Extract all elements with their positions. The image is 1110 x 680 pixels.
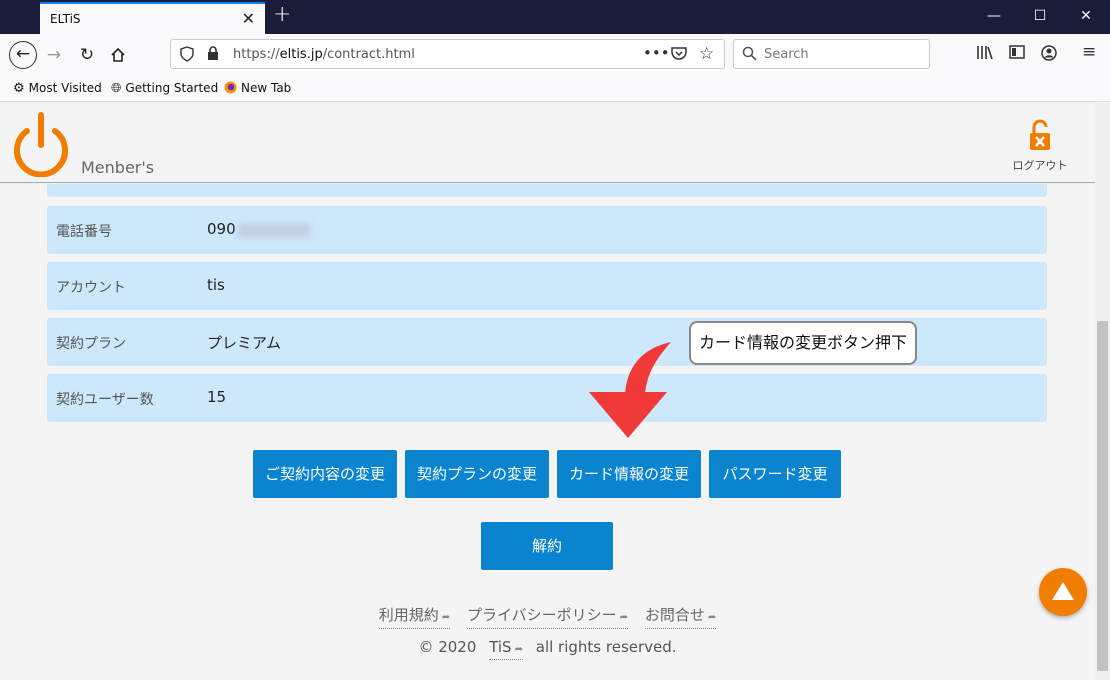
sidebar-icon[interactable] [1009,45,1025,63]
privacy-policy-link[interactable]: プライバシーポリシー ➦ [466,604,629,629]
url-host: eltis.jp [279,47,323,62]
annotation-arrow-icon [589,342,671,438]
row-label: 契約ユーザー数 [56,392,154,408]
navigation-bar: ← → ↻ https://eltis.jp/contract.html •••… [0,34,1110,76]
bookmark-getting-started[interactable]: 🌐︎ Getting Started [111,81,218,96]
tab-title: ELTiS [50,12,81,26]
brand-name: Menber's [81,158,155,177]
account-icon[interactable] [1041,45,1057,65]
row-value: tis [207,276,225,294]
bookmark-most-visited[interactable]: ⚙ Most Visited [13,81,102,96]
change-plan-button[interactable]: 契約プランの変更 [405,450,549,498]
company-name: TiS [489,638,512,656]
browser-tab[interactable]: ELTiS ✕ [40,2,265,34]
terms-link[interactable]: 利用規約 ➦ [378,604,451,629]
url-text[interactable]: https://eltis.jp/contract.html [233,47,415,62]
url-path: /contract.html [322,47,415,62]
cancel-contract-button[interactable]: 解約 [481,522,613,570]
pocket-icon[interactable] [671,46,687,65]
redacted-phone-digits [237,222,310,237]
bookmark-label: Getting Started [125,81,219,95]
maximize-icon[interactable]: ☐ [1030,6,1050,26]
library-icon[interactable] [976,45,993,64]
change-card-button[interactable]: カード情報の変更 [557,450,701,498]
external-link-icon: ➦ [514,644,523,655]
logout-label: ログアウト [1012,159,1068,172]
new-tab-icon[interactable]: + [273,2,291,27]
phone-value: 090 [207,220,236,238]
firefox-icon [224,81,237,96]
tab-bar: ELTiS ✕ + — ☐ ✕ [0,0,1110,34]
home-icon[interactable] [104,41,132,69]
logout-button[interactable]: ログアウト [1006,119,1074,173]
minimize-icon[interactable]: — [984,6,1004,26]
scrollbar-thumb[interactable] [1097,321,1108,671]
external-link-icon: ➦ [619,612,629,623]
bookmark-label: New Tab [241,81,292,95]
reload-icon[interactable]: ↻ [73,41,101,69]
url-scheme: https:// [233,47,280,62]
link-label: 利用規約 [378,606,439,624]
gear-icon: ⚙ [13,81,25,96]
triangle-up-icon [1052,582,1074,600]
change-contract-button[interactable]: ご契約内容の変更 [253,450,397,498]
page-scrollbar[interactable] [1095,103,1110,680]
contact-link[interactable]: お問合せ ➦ [644,604,717,629]
search-input[interactable]: Search [733,39,930,69]
contract-content: 電話番号 090 アカウント tis 契約プラン プレミアム 契約ユーザー数 1… [0,184,1095,680]
row-label: アカウント [56,280,126,296]
search-icon [742,46,757,65]
site-header: Menber's ログアウト [0,103,1095,183]
lock-icon[interactable] [207,46,219,65]
back-to-top-button[interactable] [1039,568,1087,616]
bookmark-star-icon[interactable]: ☆ [699,44,714,64]
close-tab-icon[interactable]: ✕ [242,9,255,28]
bookmark-label: Most Visited [28,81,102,95]
row-label: 電話番号 [56,224,112,240]
bookmark-new-tab[interactable]: New Tab [224,81,291,96]
page-actions-icon[interactable]: ••• [643,44,670,62]
link-label: お問合せ [644,606,705,624]
menu-icon[interactable]: ≡ [1082,42,1096,62]
back-icon[interactable]: ← [9,41,37,69]
copyright-year: © 2020 [418,638,477,656]
url-bar[interactable]: https://eltis.jp/contract.html ••• ☆ [170,39,725,69]
power-logo-icon[interactable] [10,111,72,177]
search-placeholder: Search [764,47,809,62]
change-password-button[interactable]: パスワード変更 [709,450,841,498]
row-value: プレミアム [207,334,281,352]
shield-icon[interactable] [180,46,194,66]
copyright-text: all rights reserved. [535,638,677,656]
globe-icon: 🌐︎ [111,81,122,96]
contract-row-account: アカウント tis [47,262,1047,310]
unlocked-padlock-icon [1030,119,1050,150]
bookmarks-bar: ⚙ Most Visited 🌐︎ Getting Started New Tab [0,76,1110,102]
external-link-icon: ➦ [707,612,717,623]
footer-links: 利用規約 ➦ プライバシーポリシー ➦ お問合せ ➦ [0,604,1095,629]
row-value: 15 [207,388,227,406]
forward-icon[interactable]: → [40,41,68,69]
link-label: プライバシーポリシー [466,606,617,624]
row-label: 契約プラン [56,336,126,352]
contract-row-partial [47,184,1047,197]
copyright: © 2020 TiS ➦ all rights reserved. [0,638,1095,660]
annotation-callout: カード情報の変更ボタン押下 [689,321,917,365]
contract-row-users: 契約ユーザー数 15 [47,374,1047,422]
close-window-icon[interactable]: ✕ [1076,6,1096,26]
contract-row-phone: 電話番号 090 [47,206,1047,254]
external-link-icon: ➦ [441,612,451,623]
company-link[interactable]: TiS ➦ [489,638,523,660]
row-value: 090 [207,220,310,238]
